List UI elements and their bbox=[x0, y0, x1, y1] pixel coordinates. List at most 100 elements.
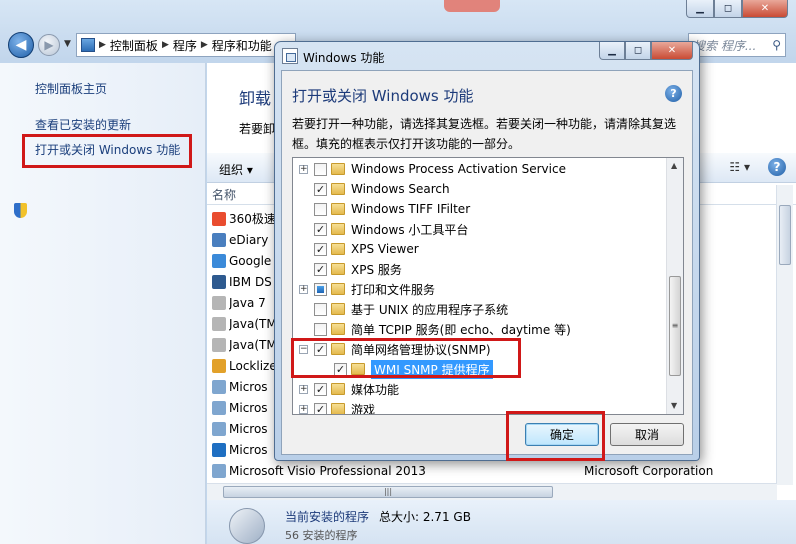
feature-label[interactable]: 媒体功能 bbox=[351, 381, 399, 398]
feature-checkbox[interactable]: ✓ bbox=[314, 222, 327, 236]
page-title: 卸载 bbox=[239, 89, 272, 108]
program-name: Microsoft Visio Professional 2013 bbox=[229, 463, 426, 478]
maximize-button[interactable]: ◻ bbox=[714, 0, 742, 18]
folder-icon bbox=[331, 263, 345, 275]
folder-icon bbox=[331, 323, 345, 335]
dialog-help-icon[interactable]: ? bbox=[665, 85, 682, 102]
windows-features-dialog: Windows 功能 ▁ ◻ ✕ 打开或关闭 Windows 功能 ? 若要打开… bbox=[274, 41, 700, 461]
feature-row[interactable]: + ✓ 媒体功能 bbox=[293, 379, 665, 399]
back-button[interactable]: ◀ bbox=[8, 32, 34, 58]
program-row[interactable]: Microsoft Visio Professional 2013 Microso… bbox=[212, 460, 772, 481]
dialog-maximize-button[interactable]: ◻ bbox=[625, 42, 651, 60]
details-pane: 当前安装的程序 总大小: 2.71 GB 56 安装的程序 bbox=[207, 500, 796, 544]
expand-icon[interactable]: + bbox=[299, 164, 308, 174]
scrollbar-thumb[interactable]: ||| bbox=[223, 486, 553, 498]
address-bar[interactable]: ▶ 控制面板 ▶ 程序 ▶ 程序和功能 bbox=[76, 33, 296, 57]
folder-icon bbox=[331, 203, 345, 215]
feature-row[interactable]: + 打印和文件服务 bbox=[293, 279, 665, 299]
highlight-box-snmp bbox=[291, 338, 521, 378]
feature-label[interactable]: 游戏 bbox=[351, 401, 375, 415]
program-icon bbox=[212, 295, 226, 310]
link-view-installed-updates[interactable]: 查看已安装的更新 bbox=[35, 116, 131, 133]
feature-checkbox[interactable]: ✓ bbox=[314, 382, 327, 396]
expand-icon[interactable]: + bbox=[299, 284, 308, 294]
feature-row[interactable]: 简单 TCPIP 服务(即 echo、daytime 等) bbox=[293, 319, 665, 339]
features-tree-scrollbar[interactable]: ▲ ≡ ▼ bbox=[666, 158, 683, 414]
scroll-up-arrow-icon[interactable]: ▲ bbox=[671, 161, 677, 170]
view-options-button[interactable]: ☷ ▾ bbox=[729, 160, 750, 174]
feature-row[interactable]: 基于 UNIX 的应用程序子系统 bbox=[293, 299, 665, 319]
dialog-heading: 打开或关闭 Windows 功能 bbox=[292, 87, 474, 105]
folder-icon bbox=[331, 243, 345, 255]
feature-row[interactable]: ✓ XPS Viewer bbox=[293, 239, 665, 259]
feature-label[interactable]: Windows TIFF IFilter bbox=[351, 202, 470, 216]
feature-checkbox[interactable] bbox=[314, 202, 327, 216]
dialog-close-button[interactable]: ✕ bbox=[651, 42, 693, 60]
uac-shield-icon bbox=[14, 203, 27, 218]
feature-row[interactable]: + Windows Process Activation Service bbox=[293, 159, 665, 179]
program-icon bbox=[212, 421, 226, 436]
feature-label[interactable]: 基于 UNIX 的应用程序子系统 bbox=[351, 301, 508, 318]
dialog-caption-buttons: ▁ ◻ ✕ bbox=[599, 42, 693, 60]
details-total-size: 总大小: 2.71 GB bbox=[379, 510, 471, 524]
folder-icon bbox=[331, 223, 345, 235]
feature-label[interactable]: 简单 TCPIP 服务(即 echo、daytime 等) bbox=[351, 321, 571, 338]
scrollbar-thumb[interactable]: ≡ bbox=[669, 276, 681, 376]
feature-label[interactable]: Windows 小工具平台 bbox=[351, 221, 468, 238]
breadcrumb-programs[interactable]: 程序 bbox=[173, 37, 197, 54]
breadcrumb-separator-icon: ▶ bbox=[161, 40, 169, 50]
feature-checkbox[interactable] bbox=[314, 302, 327, 316]
window-features-icon bbox=[282, 48, 298, 64]
program-icon bbox=[212, 463, 226, 478]
program-icon bbox=[212, 400, 226, 415]
window-caption-buttons: ▁ ◻ ✕ bbox=[686, 0, 788, 18]
program-icon bbox=[212, 442, 226, 457]
cancel-button[interactable]: 取消 bbox=[610, 423, 684, 446]
program-icon bbox=[212, 337, 226, 352]
minimize-button[interactable]: ▁ bbox=[686, 0, 714, 18]
expand-icon[interactable]: + bbox=[299, 384, 308, 394]
feature-checkbox[interactable]: ✓ bbox=[314, 242, 327, 256]
feature-checkbox[interactable] bbox=[314, 162, 327, 176]
feature-checkbox[interactable] bbox=[314, 282, 327, 296]
feature-row[interactable]: + ✓ 游戏 bbox=[293, 399, 665, 415]
feature-checkbox[interactable]: ✓ bbox=[314, 402, 327, 414]
feature-label[interactable]: Windows Process Activation Service bbox=[351, 162, 566, 176]
feature-label[interactable]: XPS 服务 bbox=[351, 261, 402, 278]
feature-row[interactable]: Windows TIFF IFilter bbox=[293, 199, 665, 219]
feature-row[interactable]: ✓ XPS 服务 bbox=[293, 259, 665, 279]
organize-button[interactable]: 组织 ▾ bbox=[219, 161, 253, 178]
program-list-vertical-scrollbar[interactable] bbox=[776, 185, 793, 485]
feature-checkbox[interactable]: ✓ bbox=[314, 182, 327, 196]
program-icon bbox=[212, 211, 226, 226]
recent-pages-dropdown[interactable]: ▼ bbox=[64, 39, 71, 49]
dialog-minimize-button[interactable]: ▁ bbox=[599, 42, 625, 60]
feature-row[interactable]: ✓ Windows Search bbox=[293, 179, 665, 199]
close-button[interactable]: ✕ bbox=[742, 0, 788, 18]
feature-label[interactable]: Windows Search bbox=[351, 182, 450, 196]
feature-checkbox[interactable]: ✓ bbox=[314, 262, 327, 276]
scroll-down-arrow-icon[interactable]: ▼ bbox=[671, 401, 677, 410]
feature-label[interactable]: 打印和文件服务 bbox=[351, 281, 435, 298]
program-list-horizontal-scrollbar[interactable]: ||| bbox=[207, 483, 777, 500]
feature-row[interactable]: ✓ Windows 小工具平台 bbox=[293, 219, 665, 239]
folder-icon bbox=[331, 383, 345, 395]
link-control-panel-home[interactable]: 控制面板主页 bbox=[35, 80, 107, 97]
scrollbar-thumb[interactable] bbox=[779, 205, 791, 265]
breadcrumb-control-panel[interactable]: 控制面板 bbox=[110, 37, 158, 54]
folder-icon bbox=[331, 303, 345, 315]
taskbar-preview-decor bbox=[444, 0, 500, 12]
folder-icon bbox=[331, 283, 345, 295]
programs-disc-icon bbox=[229, 508, 265, 544]
forward-button[interactable]: ▶ bbox=[38, 34, 60, 56]
program-icon bbox=[212, 316, 226, 331]
expand-icon[interactable]: + bbox=[299, 404, 308, 414]
help-icon[interactable]: ? bbox=[768, 158, 786, 176]
dialog-description: 若要打开一种功能，请选择其复选框。若要关闭一种功能，请清除其复选框。填充的框表示… bbox=[292, 117, 677, 151]
search-icon[interactable]: ⚲ bbox=[772, 38, 781, 52]
breadcrumb-programs-features[interactable]: 程序和功能 bbox=[212, 37, 272, 54]
feature-label[interactable]: XPS Viewer bbox=[351, 242, 419, 256]
feature-checkbox[interactable] bbox=[314, 322, 327, 336]
search-input[interactable]: 搜索 程序... ⚲ bbox=[688, 33, 786, 57]
program-icon bbox=[212, 232, 226, 247]
